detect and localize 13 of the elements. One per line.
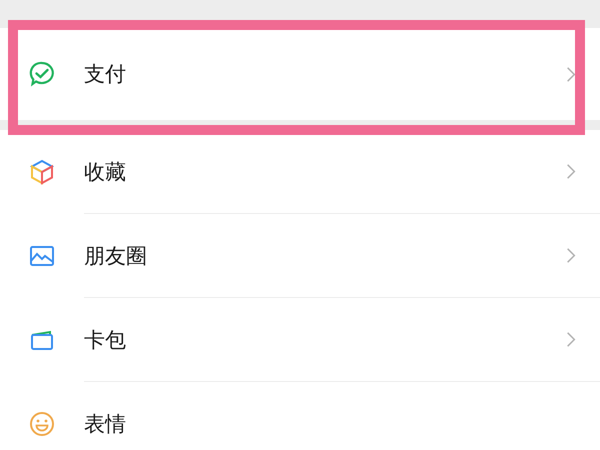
menu-item[interactable]: 表情 — [0, 382, 600, 450]
menu-label: 支付 — [84, 61, 126, 88]
cube-icon — [28, 158, 56, 186]
menu-label: 表情 — [84, 411, 126, 438]
menu-label: 收藏 — [84, 158, 126, 186]
menu-item[interactable]: 支付 — [0, 28, 600, 120]
smiley-icon — [28, 410, 56, 438]
menu-label: 朋友圈 — [84, 242, 147, 270]
menu-item[interactable]: 收藏 — [0, 130, 600, 214]
menu-item[interactable]: 朋友圈 — [0, 214, 600, 298]
menu-item[interactable]: 卡包 — [0, 298, 600, 382]
check-bubble-icon — [28, 60, 56, 88]
menu-label: 卡包 — [84, 326, 126, 354]
